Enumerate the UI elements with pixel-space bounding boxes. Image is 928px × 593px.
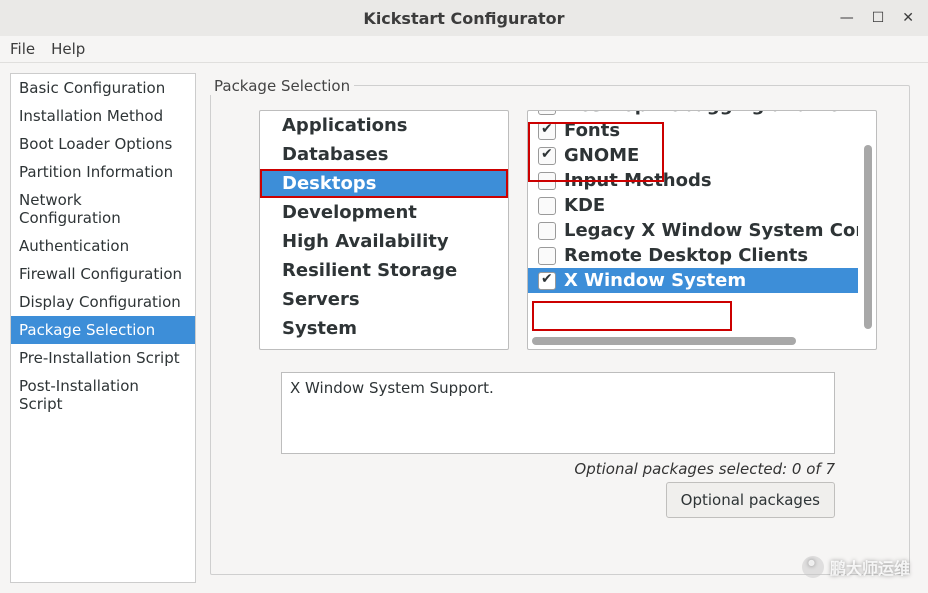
titlebar: Kickstart Configurator — ☐ ✕ bbox=[0, 0, 928, 36]
fieldset-label: Package Selection bbox=[210, 77, 354, 95]
package-row[interactable]: Legacy X Window System Compatibility bbox=[528, 218, 858, 243]
package-row[interactable]: Fonts bbox=[528, 118, 858, 143]
checkbox-icon[interactable] bbox=[538, 111, 556, 115]
sidebar-item[interactable]: Post-Installation Script bbox=[11, 372, 195, 418]
checkbox-icon[interactable] bbox=[538, 247, 556, 265]
package-label: KDE bbox=[564, 195, 605, 216]
package-row[interactable]: Desktop Debugging and Performance bbox=[528, 111, 858, 118]
package-label: Input Methods bbox=[564, 170, 712, 191]
package-label: GNOME bbox=[564, 145, 639, 166]
category-list[interactable]: ApplicationsDatabasesDesktopsDevelopment… bbox=[259, 110, 509, 350]
minimize-icon[interactable]: — bbox=[840, 10, 854, 26]
package-row[interactable]: KDE bbox=[528, 193, 858, 218]
menu-file[interactable]: File bbox=[10, 40, 35, 58]
category-row[interactable]: Resilient Storage bbox=[260, 256, 508, 285]
sidebar-item[interactable]: Display Configuration bbox=[11, 288, 195, 316]
menu-help[interactable]: Help bbox=[51, 40, 85, 58]
package-label: Remote Desktop Clients bbox=[564, 245, 808, 266]
optional-button-wrap: Optional packages bbox=[259, 482, 835, 518]
category-row[interactable]: Applications bbox=[260, 111, 508, 140]
package-label: Fonts bbox=[564, 120, 620, 141]
checkbox-icon[interactable] bbox=[538, 172, 556, 190]
category-row[interactable]: Servers bbox=[260, 285, 508, 314]
package-list[interactable]: Desktop Debugging and Performance Fonts GN… bbox=[527, 110, 877, 350]
window-title: Kickstart Configurator bbox=[0, 9, 928, 28]
package-label: Desktop Debugging and Performance bbox=[564, 111, 858, 116]
sidebar-item[interactable]: Package Selection bbox=[11, 316, 195, 344]
package-row[interactable]: X Window System bbox=[528, 268, 858, 293]
panel-body: ApplicationsDatabasesDesktopsDevelopment… bbox=[210, 85, 910, 575]
optional-packages-button[interactable]: Optional packages bbox=[666, 482, 835, 518]
package-label: Legacy X Window System Compatibility bbox=[564, 220, 858, 241]
description-box: X Window System Support. bbox=[281, 372, 835, 454]
optional-status: Optional packages selected: 0 of 7 bbox=[259, 460, 835, 478]
package-list-inner: Desktop Debugging and Performance Fonts GN… bbox=[528, 111, 858, 331]
package-label: X Window System bbox=[564, 270, 746, 291]
close-icon[interactable]: ✕ bbox=[902, 10, 914, 26]
package-row[interactable]: Remote Desktop Clients bbox=[528, 243, 858, 268]
sidebar-item[interactable]: Firewall Configuration bbox=[11, 260, 195, 288]
sidebar-item[interactable]: Pre-Installation Script bbox=[11, 344, 195, 372]
sidebar: Basic ConfigurationInstallation MethodBo… bbox=[10, 73, 196, 583]
horizontal-scrollbar[interactable] bbox=[532, 335, 856, 347]
checkbox-icon[interactable] bbox=[538, 222, 556, 240]
sidebar-item[interactable]: Basic Configuration bbox=[11, 74, 195, 102]
sidebar-item[interactable]: Authentication bbox=[11, 232, 195, 260]
sidebar-item[interactable]: Boot Loader Options bbox=[11, 130, 195, 158]
checkbox-icon[interactable] bbox=[538, 272, 556, 290]
checkbox-icon[interactable] bbox=[538, 147, 556, 165]
category-row[interactable]: Desktops bbox=[260, 169, 508, 198]
checkbox-icon[interactable] bbox=[538, 197, 556, 215]
vertical-scrollbar[interactable] bbox=[862, 115, 874, 329]
sidebar-item[interactable]: Partition Information bbox=[11, 158, 195, 186]
client-area: Basic ConfigurationInstallation MethodBo… bbox=[0, 63, 928, 593]
menubar: File Help bbox=[0, 36, 928, 63]
category-row[interactable]: System bbox=[260, 314, 508, 343]
window-controls: — ☐ ✕ bbox=[840, 10, 920, 26]
maximize-icon[interactable]: ☐ bbox=[872, 10, 885, 26]
package-row[interactable]: Input Methods bbox=[528, 168, 858, 193]
package-columns: ApplicationsDatabasesDesktopsDevelopment… bbox=[259, 110, 877, 350]
category-row[interactable]: Development bbox=[260, 198, 508, 227]
category-row[interactable]: Databases bbox=[260, 140, 508, 169]
sidebar-item[interactable]: Network Configuration bbox=[11, 186, 195, 232]
sidebar-item[interactable]: Installation Method bbox=[11, 102, 195, 130]
category-row[interactable]: High Availability bbox=[260, 227, 508, 256]
package-row[interactable]: GNOME bbox=[528, 143, 858, 168]
checkbox-icon[interactable] bbox=[538, 122, 556, 140]
main-panel: Package Selection ApplicationsDatabasesD… bbox=[202, 73, 918, 583]
